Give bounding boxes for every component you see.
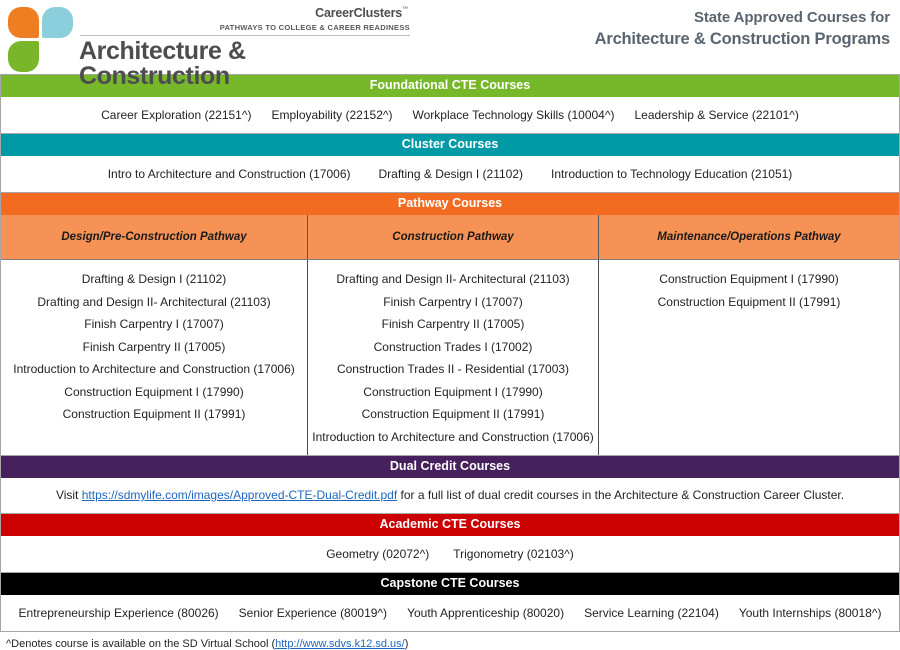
pathway-course-item: Construction Trades I (17002) <box>373 339 533 354</box>
leaf-petal-orange-icon <box>8 7 39 38</box>
course-item: Drafting & Design I (21102) <box>378 167 524 181</box>
course-item: Service Learning (22104) <box>584 606 719 620</box>
sd-virtual-school-link[interactable]: http://www.sdvs.k12.sd.us/ <box>275 638 405 650</box>
course-item: Geometry (02072^) <box>326 547 430 561</box>
pathway-course-item: Finish Carpentry I (17007) <box>84 317 224 331</box>
brand-name: CareerClusters <box>315 6 402 20</box>
dual-credit-text-row: Visit https://sdmylife.com/images/Approv… <box>1 478 899 514</box>
pathway-course-item: Finish Carpentry I (17007) <box>383 294 523 309</box>
course-item: Leadership & Service (22101^) <box>634 108 799 122</box>
trademark-symbol: ™ <box>402 6 408 13</box>
academic-courses-row: Geometry (02072^) Trigonometry (02103^) <box>1 536 899 573</box>
pathway-course-item: Construction Equipment I (17990) <box>363 384 543 399</box>
cluster-name-line1: Architecture & <box>79 37 246 65</box>
pathway-columns-body: Drafting & Design I (21102) Drafting and … <box>1 260 899 456</box>
course-pathways-poster: CareerClusters™ PATHWAYS TO COLLEGE & CA… <box>0 0 900 650</box>
pathway-course-item: Drafting and Design II- Architectural (2… <box>336 272 570 286</box>
cluster-courses-row: Intro to Architecture and Construction (… <box>1 156 899 193</box>
footnote: ^Denotes course is available on the SD V… <box>0 632 900 650</box>
pathway-course-item: Construction Equipment II (17991) <box>657 294 841 309</box>
section-header-dual-credit: Dual Credit Courses <box>1 456 899 478</box>
course-item: Employability (22152^) <box>271 108 393 122</box>
course-item: Workplace Technology Skills (10004^) <box>412 108 615 122</box>
pathway-column-maintenance: Construction Equipment I (17990) Construc… <box>599 260 899 455</box>
page-title: State Approved Courses for Architecture … <box>470 0 900 50</box>
dual-credit-link[interactable]: https://sdmylife.com/images/Approved-CTE… <box>82 488 397 502</box>
cluster-name-line2: Construction <box>79 62 230 90</box>
pathway-course-item: Construction Equipment II (17991) <box>62 407 246 421</box>
dual-credit-text-after: for a full list of dual credit courses i… <box>397 488 845 502</box>
pathway-course-item: Drafting & Design I (21102) <box>81 272 227 286</box>
course-item: Youth Internships (80018^) <box>738 606 882 620</box>
leaf-petal-blue-icon <box>42 7 73 38</box>
pathway-course-item: Construction Trades II - Residential (17… <box>336 362 570 376</box>
pathway-course-item: Introduction to Architecture and Constru… <box>312 429 594 444</box>
pathway-header-construction: Construction Pathway <box>308 215 599 259</box>
page-header: CareerClusters™ PATHWAYS TO COLLEGE & CA… <box>0 0 900 89</box>
course-item: Entrepreneurship Experience (80026) <box>18 606 219 620</box>
pathway-column-headers: Design/Pre-Construction Pathway Construc… <box>1 215 899 260</box>
course-item: Intro to Architecture and Construction (… <box>107 167 351 181</box>
pathway-column-construction: Drafting and Design II- Architectural (2… <box>308 260 599 455</box>
section-header-cluster: Cluster Courses <box>1 134 899 156</box>
dual-credit-text-before: Visit <box>55 488 82 502</box>
pathway-column-design: Drafting & Design I (21102) Drafting and … <box>1 260 308 455</box>
footnote-text-after: ) <box>404 638 409 650</box>
pathway-header-maintenance: Maintenance/Operations Pathway <box>657 231 841 243</box>
leaf-petal-blank-icon <box>42 41 73 72</box>
section-header-academic: Academic CTE Courses <box>1 514 899 536</box>
pathway-header-design: Design/Pre-Construction Pathway <box>1 215 308 259</box>
section-header-capstone: Capstone CTE Courses <box>1 573 899 595</box>
course-item: Trigonometry (02103^) <box>453 547 574 561</box>
course-item: Career Exploration (22151^) <box>101 108 252 122</box>
pathway-course-item: Finish Carpentry II (17005) <box>82 339 226 354</box>
page-title-line2: Architecture & Construction Programs <box>594 30 891 48</box>
pathway-course-item: Construction Equipment I (17990) <box>659 272 839 286</box>
capstone-courses-row: Entrepreneurship Experience (80026) Senio… <box>1 595 899 631</box>
pathway-course-item: Introduction to Architecture and Constru… <box>13 362 295 376</box>
footnote-text-before: ^Denotes course is available on the SD V… <box>6 638 276 650</box>
foundational-courses-row: Career Exploration (22151^) Employability… <box>1 97 899 134</box>
pathway-course-item: Finish Carpentry II (17005) <box>381 317 525 331</box>
brand-logo-block: CareerClusters™ PATHWAYS TO COLLEGE & CA… <box>0 0 470 89</box>
pathway-course-item: Construction Equipment I (17990) <box>64 384 244 399</box>
section-header-pathway: Pathway Courses <box>1 193 899 215</box>
page-title-line1: State Approved Courses for <box>693 9 890 26</box>
course-item: Senior Experience (80019^) <box>238 606 388 620</box>
brand-name-line: CareerClusters™ <box>80 4 410 22</box>
course-item: Youth Apprenticeship (80020) <box>407 606 565 620</box>
pathway-course-item: Construction Equipment II (17991) <box>361 407 545 421</box>
career-clusters-leaf-icon <box>8 7 74 73</box>
cluster-name: Architecture & Construction <box>79 39 410 89</box>
courses-table: Foundational CTE Courses Career Explorat… <box>0 74 900 632</box>
course-item: Introduction to Technology Education (21… <box>551 167 793 181</box>
brand-text: CareerClusters™ PATHWAYS TO COLLEGE & CA… <box>74 4 410 89</box>
leaf-petal-green-icon <box>8 41 39 72</box>
brand-tagline: PATHWAYS TO COLLEGE & CAREER READINESS <box>80 22 410 36</box>
pathway-course-item: Drafting and Design II- Architectural (2… <box>37 294 271 309</box>
